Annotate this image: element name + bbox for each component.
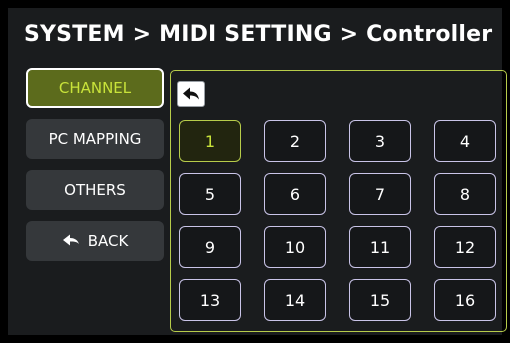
channel-button-4[interactable]: 4 xyxy=(434,120,496,162)
channel-button-1[interactable]: 1 xyxy=(179,120,241,162)
channel-button-13[interactable]: 13 xyxy=(179,279,241,321)
page-title: SYSTEM > MIDI SETTING > Controller xyxy=(24,22,493,47)
channel-button-10[interactable]: 10 xyxy=(264,226,326,268)
controller-screen: SYSTEM > MIDI SETTING > Controller CHANN… xyxy=(8,8,507,335)
return-arrow-icon xyxy=(182,87,200,101)
sidebar-item-label: OTHERS xyxy=(64,181,126,199)
return-button[interactable] xyxy=(177,81,205,107)
sidebar-item-channel[interactable]: CHANNEL xyxy=(26,68,164,108)
channel-button-6[interactable]: 6 xyxy=(264,173,326,215)
back-arrow-icon xyxy=(62,232,80,250)
channel-button-15[interactable]: 15 xyxy=(349,279,411,321)
channel-button-12[interactable]: 12 xyxy=(434,226,496,268)
channel-button-7[interactable]: 7 xyxy=(349,173,411,215)
channel-button-5[interactable]: 5 xyxy=(179,173,241,215)
back-button[interactable]: BACK xyxy=(26,221,164,261)
channel-button-3[interactable]: 3 xyxy=(349,120,411,162)
channel-button-9[interactable]: 9 xyxy=(179,226,241,268)
channel-button-8[interactable]: 8 xyxy=(434,173,496,215)
channel-panel: 1 2 3 4 5 6 7 8 9 10 11 12 13 14 15 16 xyxy=(170,70,507,332)
channel-button-14[interactable]: 14 xyxy=(264,279,326,321)
channel-button-11[interactable]: 11 xyxy=(349,226,411,268)
sidebar-item-label: PC MAPPING xyxy=(48,130,142,148)
sidebar-item-others[interactable]: OTHERS xyxy=(26,170,164,210)
channel-button-16[interactable]: 16 xyxy=(434,279,496,321)
channel-button-2[interactable]: 2 xyxy=(264,120,326,162)
back-button-label: BACK xyxy=(87,232,129,250)
sidebar-item-pc-mapping[interactable]: PC MAPPING xyxy=(26,119,164,159)
sidebar-item-label: CHANNEL xyxy=(58,79,132,97)
